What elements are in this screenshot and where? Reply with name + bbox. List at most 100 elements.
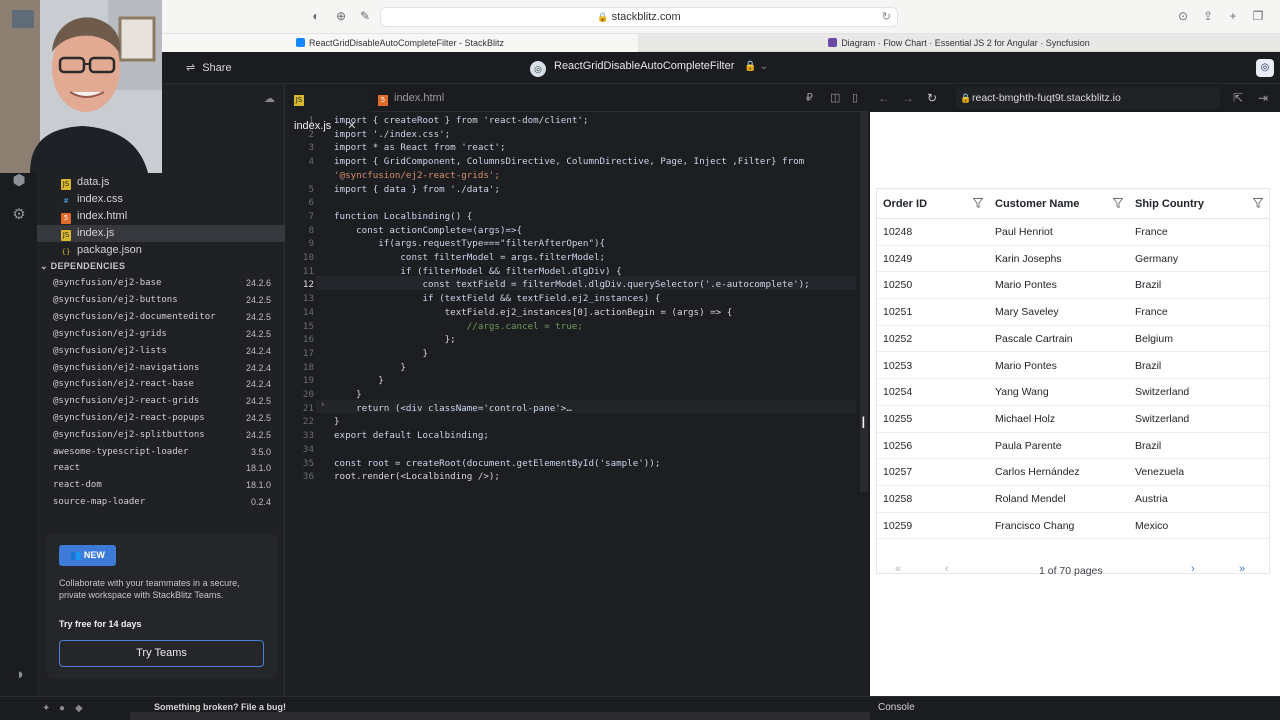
first-page-icon[interactable]: « [895,563,901,575]
github-icon[interactable]: ● [59,703,65,714]
table-row[interactable]: 10259 Francisco Chang Mexico [877,513,1269,540]
code-line[interactable]: const actionComplete=(args)=>{ [334,224,522,238]
column-header-order-id[interactable]: Order ID [883,189,927,219]
filter-icon[interactable] [1113,198,1123,208]
code-line[interactable]: import * as React from 'react'; [334,141,505,155]
collapse-preview-icon[interactable]: ⇥ [1258,91,1268,105]
project-title[interactable]: ◎ ReactGridDisableAutoCompleteFilter 🔒 ⌄ [530,60,768,77]
column-header-customer-name[interactable]: Customer Name [995,189,1079,219]
code-line[interactable]: } [334,374,384,388]
code-line[interactable]: '@syncfusion/ej2-react-grids'; [334,169,500,183]
dependency-item[interactable]: react-dom 18.1.0 [53,477,271,493]
download-icon[interactable]: ⊙ [1176,9,1190,23]
console-toggle[interactable]: Console [870,696,1280,720]
dependency-item[interactable]: @syncfusion/ej2-navigations 24.2.4 [53,360,271,376]
shield-icon[interactable]: ◐ [309,9,323,23]
table-row[interactable]: 10256 Paula Parente Brazil [877,433,1269,460]
dependency-item[interactable]: react 18.1.0 [53,460,271,476]
filter-icon[interactable] [1253,198,1263,208]
column-header-ship-country[interactable]: Ship Country [1135,189,1204,219]
table-row[interactable]: 10251 Mary Saveley France [877,299,1269,326]
code-line[interactable]: } [334,347,429,361]
new-tab-icon[interactable]: + [1226,9,1240,23]
discord-icon[interactable]: ◆ [75,703,83,714]
table-row[interactable]: 10250 Mario Pontes Brazil [877,272,1269,300]
code-line[interactable]: export default Localbinding; [334,429,489,443]
editor-tab-index-html[interactable]: 5 index.html [370,84,470,112]
theme-toggle-icon[interactable]: ◑ [10,666,28,684]
code-line[interactable]: } [334,388,362,402]
code-line[interactable]: import { createRoot } from 'react-dom/cl… [334,114,588,128]
globe-icon[interactable]: ⊕ [334,9,348,23]
code-line[interactable]: } [334,361,406,375]
file-index-js[interactable]: JS index.js [37,225,285,242]
next-page-icon[interactable]: › [1191,563,1195,575]
cube-icon[interactable]: ⬢ [10,172,28,190]
code-line[interactable]: if (filterModel && filterModel.dlgDiv) { [334,265,621,279]
code-line[interactable]: } [334,415,340,429]
code-line[interactable]: }; [334,333,456,347]
dependency-item[interactable]: @syncfusion/ej2-documenteditor 24.2.5 [53,309,271,325]
code-line[interactable]: textField.ej2_instances[0].actionBegin =… [334,306,733,320]
dependency-item[interactable]: @syncfusion/ej2-buttons 24.2.5 [53,292,271,308]
extension-icon[interactable]: ✎ [358,9,372,23]
code-line[interactable]: import { data } from './data'; [334,183,500,197]
table-row[interactable]: 10249 Karin Josephs Germany [877,246,1269,273]
code-line[interactable]: if(args.requestType==="filterAfterOpen")… [334,237,605,251]
preview-url-bar[interactable]: 🔒 react-bmghth-fuqt9t.stackblitz.io [956,87,1220,109]
refresh-icon[interactable]: ↻ [927,91,937,105]
table-row[interactable]: 10252 Pascale Cartrain Belgium [877,326,1269,353]
filter-icon[interactable] [973,198,983,208]
table-row[interactable]: 10255 Michael Holz Switzerland [877,406,1269,433]
table-row[interactable]: 10254 Yang Wang Switzerland [877,379,1269,406]
dependency-item[interactable]: @syncfusion/ej2-splitbuttons 24.2.5 [53,427,271,443]
table-row[interactable]: 10253 Mario Pontes Brazil [877,353,1269,380]
split-editor-icon[interactable]: ◫ [830,91,840,104]
reload-icon[interactable]: ↻ [882,8,891,26]
forward-icon[interactable]: → [902,91,914,105]
code-line[interactable]: const filterModel = args.filterModel; [334,251,605,265]
file-index-html[interactable]: 5 index.html [37,208,285,225]
dependency-item[interactable]: source-map-loader 0.2.4 [53,494,271,510]
private-lock-icon[interactable]: 🔒 ⌄ [744,61,768,72]
table-row[interactable]: 10258 Roland Mendel Austria [877,486,1269,513]
code-line[interactable]: if (textField && textField.ej2_instances… [334,292,661,306]
tab-overview-icon[interactable]: ❐ [1251,9,1265,23]
toggle-preview-icon[interactable]: ▯ [852,91,858,104]
code-line[interactable]: const textField = filterModel.dlgDiv.que… [334,278,810,292]
code-editor[interactable]: JSindex.js ✕ 5 index.html ₽ ◫ ▯ › 1 import … [286,84,870,696]
try-teams-button[interactable]: Try Teams [59,640,264,667]
code-line[interactable]: return (<div className='control-pane'>… [334,402,572,416]
code-line[interactable]: function Localbinding() { [334,210,472,224]
settings-gear-icon[interactable]: ⚙ [10,206,28,224]
file-data-js[interactable]: JS data.js [37,174,285,191]
share-button[interactable]: ⇌ Share [186,61,232,74]
file-index-css[interactable]: # index.css [37,191,285,208]
code-line[interactable]: const root = createRoot(document.getElem… [334,457,660,471]
previous-page-icon[interactable]: ‹ [945,563,949,575]
dependency-item[interactable]: @syncfusion/ej2-react-grids 24.2.5 [53,393,271,409]
file-bug-link[interactable]: Something broken? File a bug! [154,702,286,712]
table-row[interactable]: 10257 Carlos Hernández Venezuela [877,459,1269,486]
twitter-icon[interactable]: ✦ [42,703,50,714]
address-bar[interactable]: 🔒 stackblitz.com ↻ [380,7,898,27]
dependency-item[interactable]: awesome-typescript-loader 3.5.0 [53,444,271,460]
code-line[interactable]: //args.cancel = true; [334,320,583,334]
cloud-sync-icon[interactable]: ☁ [264,92,275,105]
dependency-item[interactable]: @syncfusion/ej2-react-popups 24.2.5 [53,410,271,426]
dependency-item[interactable]: @syncfusion/ej2-base 24.2.6 [53,275,271,291]
dependency-item[interactable]: @syncfusion/ej2-lists 24.2.4 [53,343,271,359]
share-icon[interactable]: ⇪ [1201,9,1215,23]
dependency-item[interactable]: @syncfusion/ej2-grids 24.2.5 [53,326,271,342]
file-package-json[interactable]: {} package.json [37,242,285,259]
editor-tab-index-js[interactable]: JSindex.js ✕ [286,84,370,132]
browser-tab-stackblitz[interactable]: ReactGridDisableAutoCompleteFilter - Sta… [162,34,638,52]
browser-tab-syncfusion[interactable]: Diagram · Flow Chart · Essential JS 2 fo… [638,34,1280,52]
last-page-icon[interactable]: » [1239,563,1245,575]
fold-chevron-icon[interactable]: › [320,400,325,410]
open-new-window-icon[interactable]: ⇱ [1233,91,1243,105]
editor-scrollbar[interactable] [860,112,868,492]
dependencies-header[interactable]: ⌄ DEPENDENCIES [40,261,125,272]
code-line[interactable]: root.render(<Localbinding />); [334,470,500,484]
table-row[interactable]: 10248 Paul Henriot France [877,219,1269,246]
